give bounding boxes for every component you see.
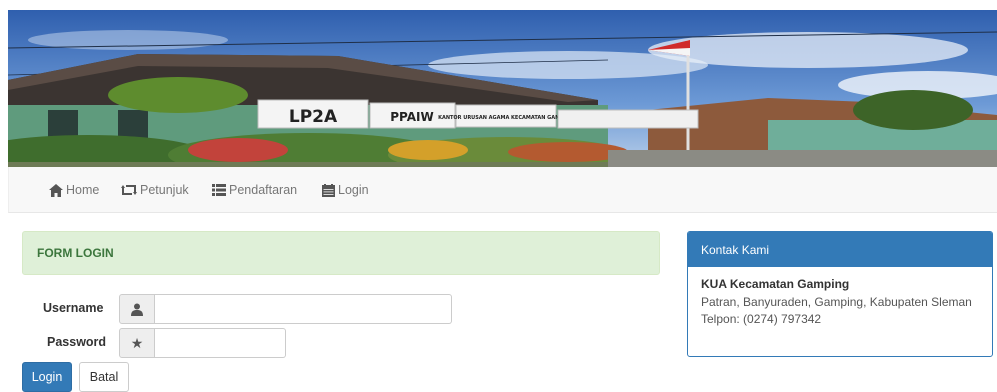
nav-item-label: Home xyxy=(66,183,100,197)
nav-item-label: Login xyxy=(338,183,369,197)
contact-phone: Telpon: (0274) 797342 xyxy=(701,312,822,326)
nav-item-petunjuk[interactable]: Petunjuk xyxy=(121,167,189,213)
password-label: Password xyxy=(47,335,107,349)
user-icon xyxy=(119,294,155,324)
nav-item-label: Petunjuk xyxy=(140,183,189,197)
password-input[interactable] xyxy=(155,328,286,358)
login-form-heading: FORM LOGIN xyxy=(22,231,660,275)
contact-address: Patran, Banyuraden, Gamping, Kabupaten S… xyxy=(701,295,972,309)
banner-sign-kua: KANTOR URUSAN AGAMA KECAMATAN GAMPING xyxy=(438,115,574,121)
list-icon xyxy=(212,184,226,196)
calendar-icon xyxy=(322,183,335,197)
contact-panel: Kontak Kami KUA Kecamatan Gamping Patran… xyxy=(687,231,993,357)
star-icon: ★ xyxy=(119,328,155,358)
nav-item-home[interactable]: Home xyxy=(49,167,99,213)
banner-sign-ppaiw: PPAIW xyxy=(390,110,433,124)
nav-item-login[interactable]: Login xyxy=(322,167,369,213)
nav-item-pendaftaran[interactable]: Pendaftaran xyxy=(212,167,297,213)
nav-item-label: Pendaftaran xyxy=(229,183,298,197)
username-label: Username xyxy=(43,301,104,315)
contact-org-name: KUA Kecamatan Gamping xyxy=(701,277,850,291)
header-banner-image: LP2A PPAIW KANTOR URUSAN AGAMA KECAMATAN… xyxy=(8,10,997,167)
login-form-title: FORM LOGIN xyxy=(37,246,114,260)
username-input[interactable] xyxy=(155,294,452,324)
home-icon xyxy=(49,183,63,197)
login-button[interactable]: Login xyxy=(22,362,72,392)
contact-panel-heading: Kontak Kami xyxy=(688,232,992,267)
contact-panel-title: Kontak Kami xyxy=(701,242,770,257)
retweet-icon xyxy=(121,184,137,196)
banner-sign-lp2a: LP2A xyxy=(289,107,338,127)
cancel-button[interactable]: Batal xyxy=(79,362,129,392)
contact-panel-body: KUA Kecamatan Gamping Patran, Banyuraden… xyxy=(688,267,992,337)
main-navbar: Home Petunjuk Pendaftaran Login xyxy=(8,167,997,213)
